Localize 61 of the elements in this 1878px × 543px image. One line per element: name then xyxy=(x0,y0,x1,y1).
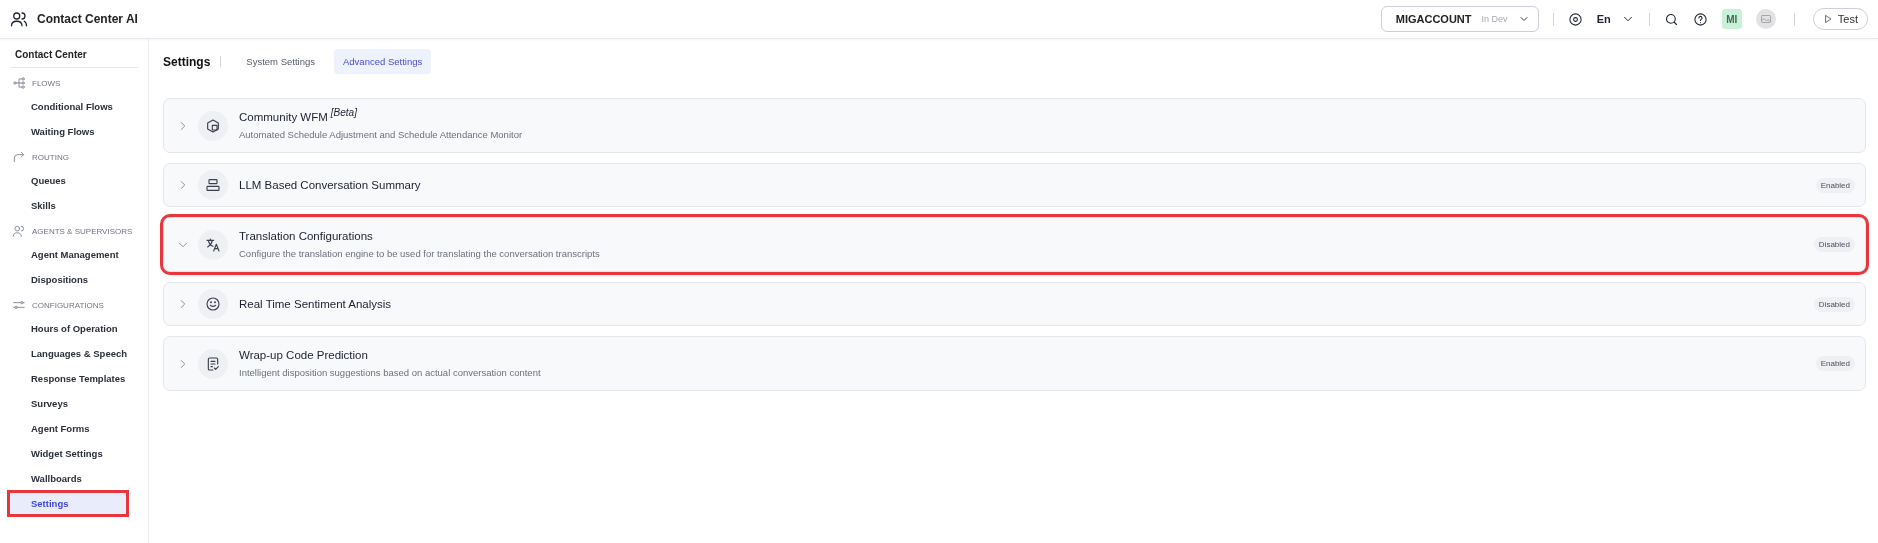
feature-title: LLM Based Conversation Summary xyxy=(239,179,421,191)
sidebar-item[interactable]: Dispositions xyxy=(10,269,94,290)
feature-description: Automated Schedule Adjustment and Schedule Attendance Monitor xyxy=(239,129,524,140)
avatar-placeholder[interactable] xyxy=(1755,9,1776,29)
feature-title: Wrap-up Code Prediction xyxy=(239,349,368,361)
users-icon xyxy=(12,224,26,238)
flow-icon xyxy=(12,76,26,90)
feature-description: Intelligent disposition suggestions based on actual conversation content xyxy=(239,367,542,378)
tab[interactable]: System Settings xyxy=(237,49,324,74)
sidebar-item[interactable]: Conditional Flows xyxy=(10,96,119,117)
sidebar-item[interactable]: Widget Settings xyxy=(10,443,109,464)
setting-card[interactable]: Translation Configurations Configure the translation engine to be used for translating the conversation transcripts Disabled xyxy=(163,217,1866,272)
sidebar-item[interactable]: Response Templates xyxy=(10,368,132,389)
test-button[interactable]: Test xyxy=(1812,8,1868,30)
section-heading: FLOWS xyxy=(32,78,61,88)
status-badge: Disabled xyxy=(1813,296,1855,312)
help-icon[interactable] xyxy=(1692,11,1708,27)
sidebar-item[interactable]: Queues xyxy=(10,170,72,191)
users-icon xyxy=(10,10,28,28)
sidebar-item[interactable]: Agent Forms xyxy=(10,418,96,439)
feature-description: Configure the translation engine to be used for translating the conversation transcripts xyxy=(239,248,601,259)
sidebar-item[interactable]: Settings xyxy=(10,493,126,514)
smiley-icon xyxy=(205,296,221,312)
sidebar-item[interactable]: Wallboards xyxy=(10,468,88,489)
redirect-arrow-icon xyxy=(12,150,26,164)
sidebar-title: Contact Center xyxy=(10,49,138,68)
setting-card[interactable]: Real Time Sentiment Analysis Disabled xyxy=(163,282,1866,326)
hexagon-icon xyxy=(205,117,221,134)
search-icon[interactable] xyxy=(1663,11,1679,27)
checklist-icon xyxy=(205,355,221,372)
sidebar-item[interactable]: Hours of Operation xyxy=(10,318,124,339)
sidebar-item[interactable]: Agent Management xyxy=(10,244,125,265)
beta-tag: [Beta] xyxy=(330,107,357,118)
sidebar-item[interactable]: Skills xyxy=(10,195,62,216)
section-heading: AGENTS & SUPERVISORS xyxy=(32,226,133,236)
account-selector[interactable]: MIGACCOUNT In Dev xyxy=(1380,6,1539,32)
section-heading: ROUTING xyxy=(32,152,69,162)
status-badge: Enabled xyxy=(1815,356,1855,371)
play-icon xyxy=(1822,14,1833,24)
setting-card[interactable]: LLM Based Conversation Summary Enabled xyxy=(163,163,1866,207)
feature-title: Real Time Sentiment Analysis xyxy=(239,298,392,310)
app-title: Contact Center AI xyxy=(37,12,138,26)
feature-title: Community WFM xyxy=(239,111,328,123)
tab[interactable]: Advanced Settings xyxy=(334,49,432,74)
record-icon[interactable] xyxy=(1567,11,1583,27)
sidebar-item[interactable]: Waiting Flows xyxy=(10,121,101,142)
page-title: Settings xyxy=(163,54,211,69)
setting-card[interactable]: Wrap-up Code Prediction Intelligent disposition suggestions based on actual conversation content Enabled xyxy=(163,336,1866,391)
stacked-bars-icon xyxy=(205,177,221,193)
avatar[interactable]: MI xyxy=(1721,9,1742,29)
setting-card[interactable]: Community WFM $^{[Beta]}$ Automated Schedule Adjustment and Schedule Attendance Monitor xyxy=(163,98,1866,153)
status-badge: Disabled xyxy=(1813,237,1855,252)
sidebar-item[interactable]: Languages & Speech xyxy=(10,343,134,364)
translate-icon xyxy=(205,236,221,253)
section-heading: CONFIGURATIONS xyxy=(32,300,104,310)
language-selector[interactable]: En xyxy=(1596,12,1635,26)
image-icon xyxy=(1759,13,1772,25)
sidebar-item[interactable]: Surveys xyxy=(10,393,74,414)
feature-title: Translation Configurations xyxy=(239,230,373,242)
sliders-icon xyxy=(12,298,26,312)
status-badge: Enabled xyxy=(1815,177,1855,193)
